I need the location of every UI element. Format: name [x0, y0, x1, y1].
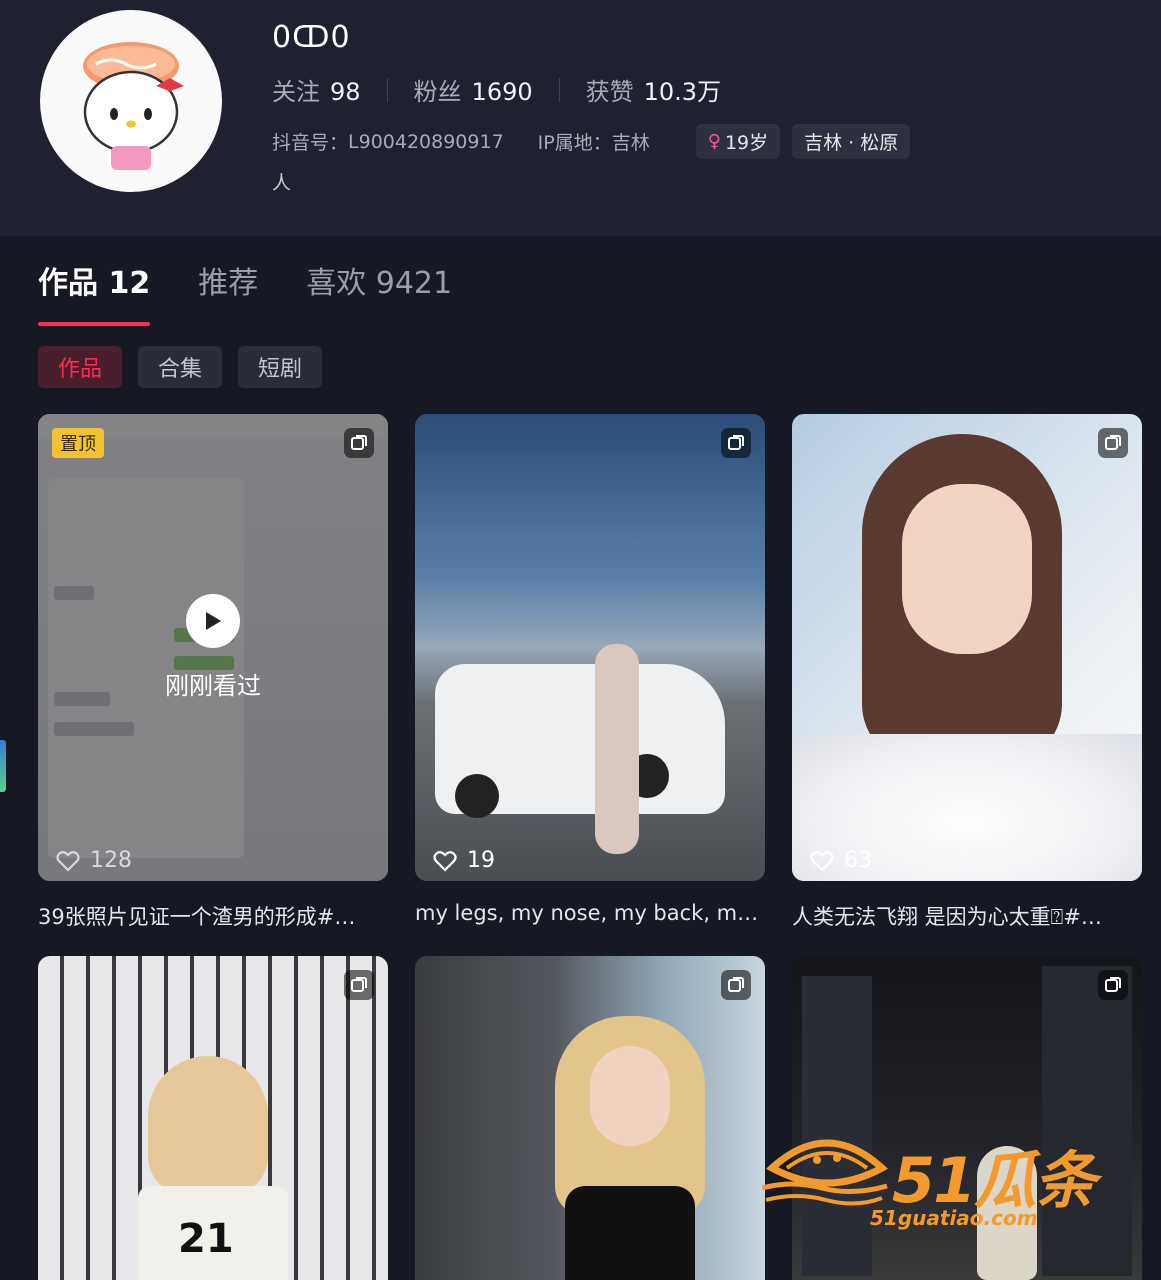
video-thumbnail[interactable]: 63	[792, 414, 1142, 881]
tab-liked[interactable]: 喜欢 9421	[306, 258, 452, 326]
tab-works[interactable]: 作品 12	[38, 258, 151, 326]
username: 0ↀ0	[272, 20, 351, 55]
video-card[interactable]: 63 人类无法飞翔 是因为心太重⍰#…	[792, 414, 1142, 931]
pinned-badge: 置顶	[52, 428, 104, 458]
image-set-icon	[1098, 970, 1128, 1000]
stat-value: 10.3万	[643, 78, 722, 106]
tab-recommend[interactable]: 推荐	[198, 258, 258, 326]
stats-row: 关注 98 粉丝 1690 获赞 10.3万	[272, 72, 721, 107]
likes-value: 63	[844, 848, 872, 873]
content-filter: 作品 合集 短剧	[38, 346, 338, 388]
female-icon: ♀	[707, 131, 721, 152]
ip-location: 吉林	[611, 132, 650, 154]
stat-value: 1690	[471, 78, 533, 106]
stat-followers[interactable]: 粉丝 1690	[414, 72, 533, 107]
age-text: 19岁	[724, 132, 769, 154]
chip-short-dramas[interactable]: 短剧	[238, 346, 323, 388]
chip-works[interactable]: 作品	[38, 346, 123, 388]
chip-collections[interactable]: 合集	[138, 346, 223, 388]
profile-meta: 抖音号： L900420890917 IP属地： 吉林 ♀ 19岁 吉林 · 松…	[272, 124, 911, 159]
profile-header: 0ↀ0 关注 98 粉丝 1690 获赞 10.3万 抖音号： L9004208…	[0, 0, 1161, 236]
heart-icon	[810, 850, 834, 872]
play-icon[interactable]	[186, 594, 240, 648]
bio: 人	[272, 172, 292, 194]
video-card[interactable]: 19 my legs, my nose, my back, my…	[415, 414, 765, 925]
video-thumbnail[interactable]: 19	[415, 414, 765, 881]
image-set-icon	[344, 428, 374, 458]
watched-label: 刚刚看过	[165, 672, 261, 700]
likes-count: 19	[433, 848, 495, 873]
video-thumbnail[interactable]: 21	[38, 956, 388, 1280]
watermelon-logo-icon	[762, 1139, 888, 1206]
likes-count: 128	[56, 848, 132, 873]
divider	[558, 77, 560, 102]
likes-value: 128	[90, 848, 132, 873]
site-watermark: 51瓜条 51guatiao.com	[762, 1128, 1122, 1232]
stat-likes: 获赞 10.3万	[586, 72, 721, 107]
image-set-icon	[344, 970, 374, 1000]
stat-label: 粉丝	[413, 78, 462, 106]
avatar[interactable]	[40, 10, 222, 192]
video-thumbnail[interactable]	[415, 956, 765, 1280]
heart-icon	[433, 850, 457, 872]
likes-count: 63	[810, 848, 872, 873]
stat-value: 98	[330, 78, 361, 106]
video-title[interactable]: 人类无法飞翔 是因为心太重⍰#…	[792, 901, 1142, 931]
video-card[interactable]: 21	[38, 956, 388, 1280]
divider	[386, 77, 388, 102]
image-set-icon	[721, 428, 751, 458]
stat-label: 关注	[272, 78, 320, 106]
douyin-id-label: 抖音号：	[272, 132, 349, 154]
age-tag: ♀ 19岁	[695, 124, 781, 159]
ip-label: IP属地：	[537, 132, 612, 154]
stat-following[interactable]: 关注 98	[272, 72, 361, 107]
image-set-icon	[721, 970, 751, 1000]
hello-kitty-avatar-image	[83, 42, 184, 170]
watched-overlay: 刚刚看过	[38, 414, 388, 881]
likes-value: 19	[467, 848, 495, 873]
watermark-url: 51guatiao.com	[870, 1206, 1038, 1230]
region-tag: 吉林 · 松原	[792, 124, 911, 159]
video-card[interactable]	[415, 956, 765, 1280]
video-title[interactable]: my legs, my nose, my back, my…	[415, 901, 765, 925]
stat-label: 获赞	[585, 78, 634, 106]
video-thumbnail[interactable]: 刚刚看过 置顶 128	[38, 414, 388, 881]
profile-tabs: 作品 12 推荐 喜欢 9421	[38, 258, 500, 326]
side-widget[interactable]	[0, 740, 6, 792]
image-set-icon	[1098, 428, 1128, 458]
heart-icon	[56, 850, 80, 872]
douyin-id: L900420890917	[348, 130, 504, 153]
video-title[interactable]: 39张照片见证一个渣男的形成#…	[38, 901, 388, 931]
video-card[interactable]: 刚刚看过 置顶 128 39张照片见证一个渣男的形成#…	[38, 414, 388, 931]
